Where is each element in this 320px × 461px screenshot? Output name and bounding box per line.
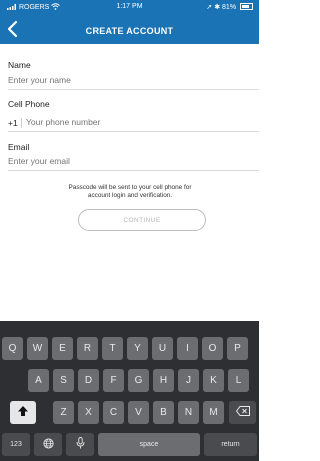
key-o[interactable]: O xyxy=(202,337,223,360)
name-label: Name xyxy=(8,60,31,70)
key-b[interactable]: B xyxy=(153,401,174,424)
battery-percent: 81% xyxy=(222,4,237,11)
key-l[interactable]: L xyxy=(228,369,249,392)
status-bar: ROGERS 1:17 PM ➚ ✱ 81% xyxy=(0,0,259,14)
phone-separator xyxy=(21,118,22,128)
key-t[interactable]: T xyxy=(102,337,123,360)
key-g[interactable]: G xyxy=(128,369,149,392)
keyboard: Q W E R T Y U I O P A S D F G H J K L Z … xyxy=(0,321,259,461)
battery-icon xyxy=(240,3,253,10)
key-m[interactable]: M xyxy=(203,401,224,424)
status-right: ➚ ✱ 81% xyxy=(206,3,253,11)
numbers-key[interactable]: 123 xyxy=(2,433,30,456)
country-code[interactable]: +1 xyxy=(8,118,18,128)
microphone-icon xyxy=(76,437,84,449)
bluetooth-icon: ✱ xyxy=(214,4,221,11)
passcode-note-line1: Passcode will be sent to your cell phone… xyxy=(68,184,192,191)
email-input[interactable] xyxy=(8,156,259,166)
key-k[interactable]: K xyxy=(203,369,224,392)
phone-divider xyxy=(8,131,259,132)
delete-key[interactable] xyxy=(229,401,256,424)
name-divider xyxy=(8,89,259,90)
continue-button[interactable]: CONTINUE xyxy=(78,209,206,231)
passcode-note: Passcode will be sent to your cell phone… xyxy=(50,184,210,200)
key-w[interactable]: W xyxy=(27,337,48,360)
key-e[interactable]: E xyxy=(52,337,73,360)
phone-label: Cell Phone xyxy=(8,99,50,109)
phone-input[interactable] xyxy=(26,117,259,127)
shift-key[interactable] xyxy=(10,401,36,424)
key-s[interactable]: S xyxy=(53,369,74,392)
key-z[interactable]: Z xyxy=(53,401,74,424)
key-n[interactable]: N xyxy=(178,401,199,424)
globe-icon xyxy=(42,438,54,449)
return-key[interactable]: return xyxy=(204,433,257,456)
passcode-note-line2: account login and verification. xyxy=(87,192,173,199)
nav-bar: CREATE ACCOUNT xyxy=(0,20,259,42)
key-d[interactable]: D xyxy=(78,369,99,392)
shift-arrow-icon xyxy=(18,406,28,416)
key-i[interactable]: I xyxy=(177,337,198,360)
dictation-key[interactable] xyxy=(66,433,94,456)
key-x[interactable]: X xyxy=(78,401,99,424)
key-a[interactable]: A xyxy=(28,369,49,392)
email-divider xyxy=(8,170,259,171)
globe-key[interactable] xyxy=(34,433,62,456)
name-input[interactable] xyxy=(8,75,259,85)
location-icon: ➚ xyxy=(206,4,213,11)
page-title: CREATE ACCOUNT xyxy=(85,26,174,36)
key-y[interactable]: Y xyxy=(127,337,148,360)
key-u[interactable]: U xyxy=(152,337,173,360)
key-r[interactable]: R xyxy=(77,337,98,360)
email-label: Email xyxy=(8,142,30,152)
key-h[interactable]: H xyxy=(153,369,174,392)
key-q[interactable]: Q xyxy=(2,337,23,360)
backspace-icon xyxy=(235,406,250,416)
header-bar: ROGERS 1:17 PM ➚ ✱ 81% CREATE ACCOUNT xyxy=(0,0,259,44)
key-c[interactable]: C xyxy=(103,401,124,424)
key-v[interactable]: V xyxy=(128,401,149,424)
space-key[interactable]: space xyxy=(98,433,200,456)
key-f[interactable]: F xyxy=(103,369,124,392)
key-j[interactable]: J xyxy=(178,369,199,392)
key-p[interactable]: P xyxy=(227,337,248,360)
